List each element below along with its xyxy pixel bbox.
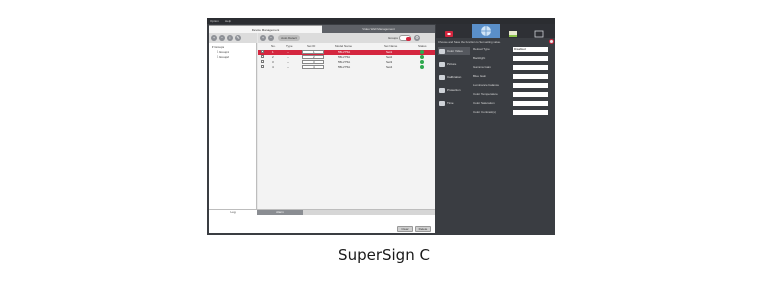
col-header-model-name[interactable]: Model Name [335,44,352,49]
globe-icon[interactable] [472,24,500,38]
status-ok-icon [420,65,424,69]
tree-item-label: Group2 [218,55,229,59]
remove-icon[interactable]: − [219,35,225,41]
col-header-no[interactable]: No. [271,44,276,49]
top-icon-bar [436,24,555,38]
row-checkbox[interactable] [261,60,264,63]
color-video-icon [439,48,445,54]
log-panel: Log Alarm Clear Delete [209,209,435,233]
nav-item-protection[interactable]: Protection [438,86,470,94]
remove-device-icon[interactable]: − [268,35,274,41]
log-tab-bar: Log Alarm [209,210,435,215]
nav-item-calibration[interactable]: Calibration [438,73,470,81]
menu-help[interactable]: Help [225,18,231,24]
figure-caption: SuperSign C [338,246,430,264]
delete-button[interactable]: Delete [415,226,431,232]
row-checkbox[interactable] [261,65,264,68]
nav-label: Protection [447,88,461,92]
setting-label: Luminance balance [473,83,500,87]
col-header-set-id[interactable]: Set ID [307,44,315,49]
color-temperature-field[interactable] [513,92,548,97]
picture-icon [439,61,445,67]
col-header-status[interactable]: Status [418,44,427,49]
col-header-set-name[interactable]: Set Name [384,44,397,49]
device-list-panel: + − Auto Detect Groups ⚙ No. Type Set ID… [258,33,435,209]
folder-icon[interactable] [508,26,518,37]
time-icon [439,100,445,106]
menu-option[interactable]: Option [210,18,219,24]
setting-label: Gamma Gain [473,65,491,69]
auto-detect-button[interactable]: Auto Detect [278,35,300,41]
cell-type: -- [287,65,289,69]
gamma-gain-field[interactable] [513,65,548,70]
tree-root-label: Groups [214,45,225,49]
luminance-balance-field[interactable] [513,83,548,88]
setting-label: Blue Gain [473,74,487,78]
clear-button[interactable]: Clear [397,226,413,232]
tree-root[interactable]: ▾ Groups [212,45,224,49]
add-device-icon[interactable]: + [260,35,266,41]
group-tree-panel: + − i ✎ ▾ Groups └ Group1 └ Group2 [209,33,257,209]
reload-type-field[interactable]: Disabled [513,47,548,52]
settings-gear-icon[interactable]: ⚙ [414,35,420,41]
status-ok-icon [420,60,424,64]
col-header-type[interactable]: Type [286,44,293,49]
tree-item-group1[interactable]: └ Group1 [216,50,229,54]
color-saturation-field[interactable] [513,101,548,106]
cell-set-name: Set4 [386,65,393,69]
tab-log[interactable]: Log [209,210,257,215]
device-management-window: Device Management Video Wall Management … [209,25,435,233]
backlight-field[interactable] [513,56,548,61]
status-ok-icon [420,50,424,54]
edit-icon[interactable]: ✎ [235,35,241,41]
tree-item-group2[interactable]: └ Group2 [216,55,229,59]
tab-alarm[interactable]: Alarm [257,210,303,215]
add-icon[interactable]: + [211,35,217,41]
cell-model-name: 55LV75A [338,65,351,69]
close-icon[interactable] [549,39,554,44]
info-icon[interactable]: i [227,35,233,41]
toggle-knob-icon [406,36,411,41]
row-checkbox[interactable] [261,55,264,58]
color-contrast-field[interactable] [513,110,548,115]
setting-label: Color Saturation [473,101,495,105]
cell-no: 4 [272,65,274,69]
settings-panel: Choose and Save the function to Set sett… [438,38,555,235]
protection-icon [439,87,445,93]
setting-label: Color Contrast(s) [473,110,496,114]
tree-item-label: Group1 [218,50,229,54]
groups-filter-label: Groups [388,36,398,40]
nav-label: Time [447,101,454,105]
row-checkbox[interactable] [261,50,264,53]
blue-gain-field[interactable] [513,74,548,79]
settings-description: Choose and Save the function to Set sett… [438,40,501,44]
app-screenshot: Option Help Device Management Video Wall… [207,18,555,235]
calibration-icon [439,74,445,80]
screen-icon[interactable] [534,26,544,38]
setting-label: Backlight [473,56,486,60]
cell-set-id: 4 [313,65,315,69]
nav-label: Color Video [447,49,463,53]
status-ok-icon [420,55,424,59]
view-toggle[interactable] [399,35,411,41]
nav-label: Picture [447,62,457,66]
tab-video-wall-management[interactable]: Video Wall Management [322,25,435,33]
setting-label: Reload Type [473,47,490,51]
nav-item-color-video[interactable]: Color Video [438,47,470,55]
setting-label: Color Temperature [473,92,498,96]
nav-item-time[interactable]: Time [438,99,470,107]
nav-item-picture[interactable]: Picture [438,60,470,68]
group-toolbar: + − i ✎ [209,33,257,43]
table-row[interactable]: 4 -- 4 55LV75A Set4 [258,65,435,70]
power-icon[interactable] [444,26,454,37]
device-toolbar: + − Auto Detect Groups ⚙ [258,33,435,43]
nav-label: Calibration [447,75,462,79]
tab-device-management[interactable]: Device Management [209,25,322,33]
settings-nav: Color Video Picture Calibration Protecti… [436,38,470,235]
